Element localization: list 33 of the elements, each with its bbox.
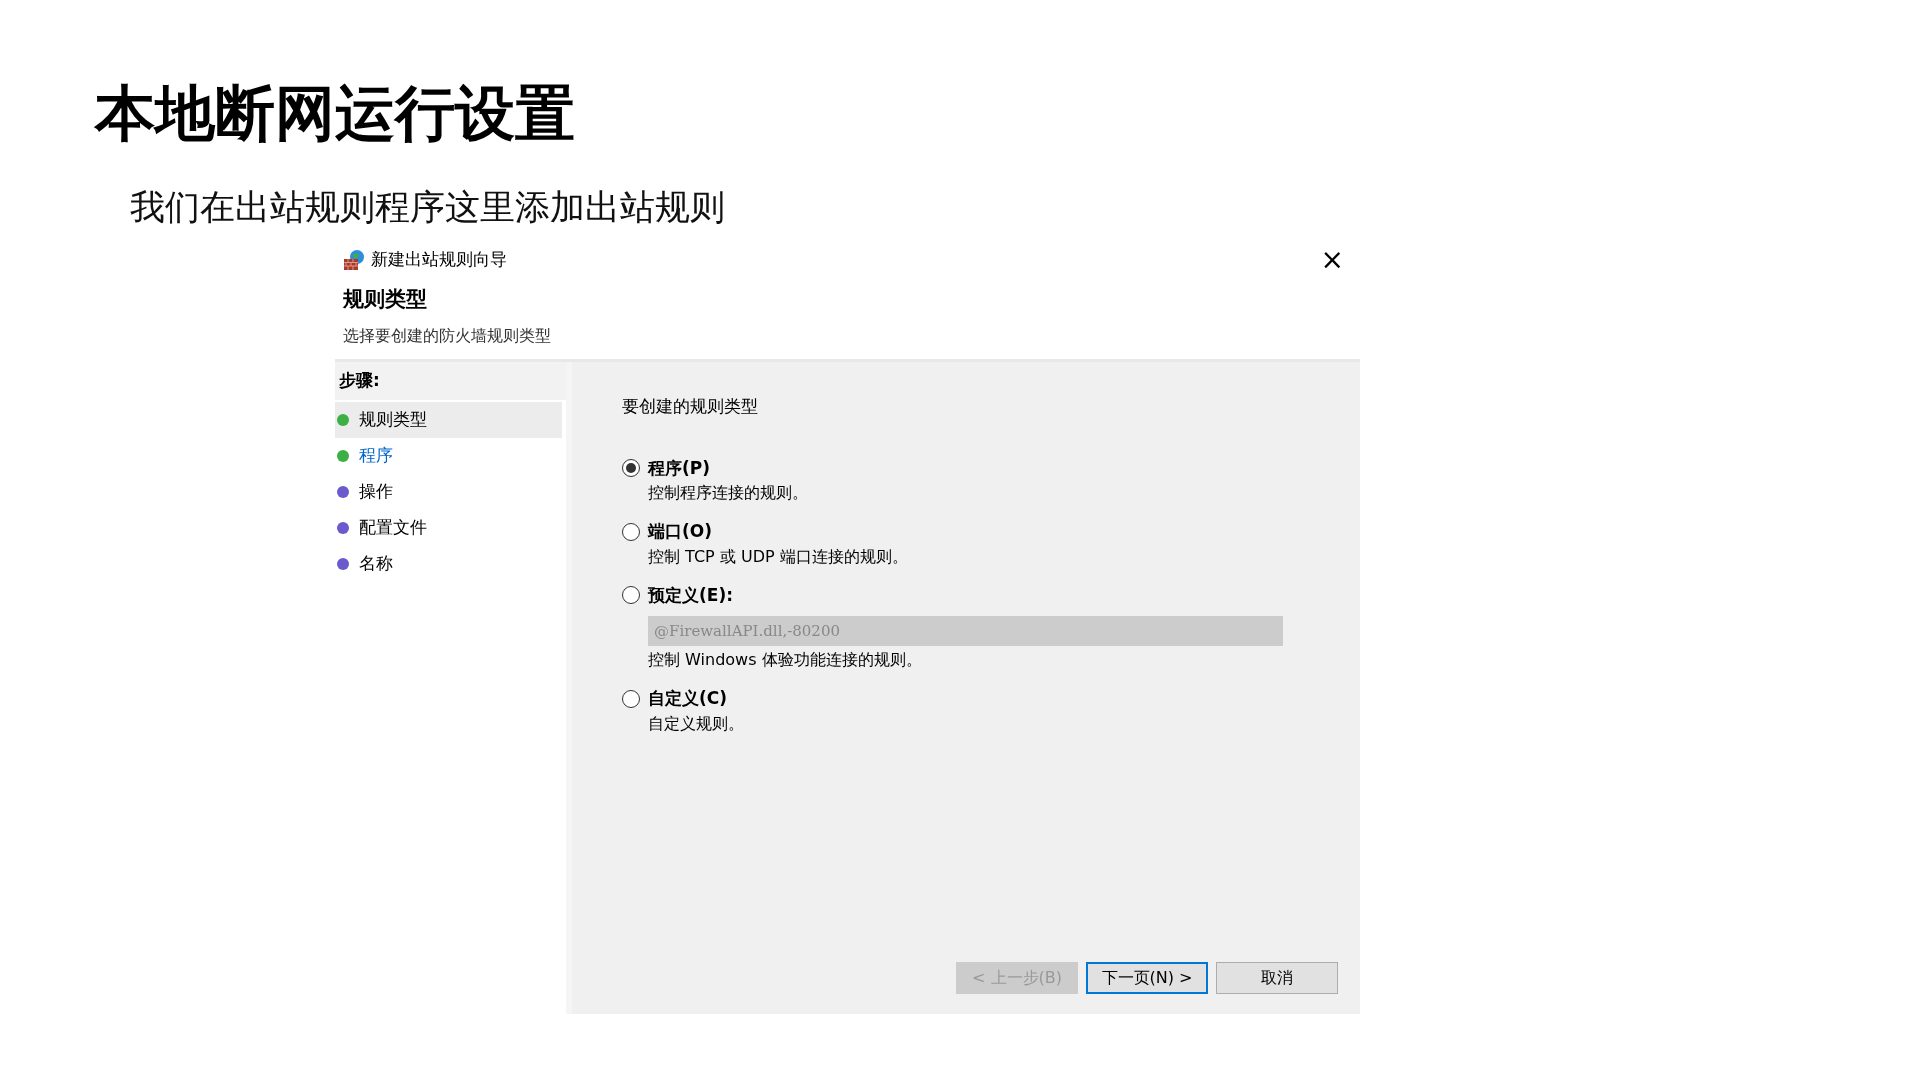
option-description: 控制程序连接的规则。 xyxy=(648,482,809,504)
slide-title: 本地断网运行设置 xyxy=(93,77,576,146)
step-item[interactable]: 配置文件 xyxy=(335,509,562,546)
step-label: 配置文件 xyxy=(359,515,427,539)
option-label: 端口(O) xyxy=(648,520,712,543)
step-label: 程序 xyxy=(359,443,393,467)
step-item[interactable]: 程序 xyxy=(335,437,562,474)
dialog-button[interactable]: 取消 xyxy=(1216,962,1338,994)
step-label: 规则类型 xyxy=(359,407,427,431)
window-title: 新建出站规则向导 xyxy=(371,248,507,272)
radio-button[interactable] xyxy=(622,459,640,478)
step-label: 操作 xyxy=(359,479,393,503)
dialog-button[interactable]: 下一页(N) > xyxy=(1086,962,1208,994)
step-item[interactable]: 名称 xyxy=(335,545,562,582)
option-description: 自定义规则。 xyxy=(648,712,745,735)
step-label: 名称 xyxy=(359,551,393,575)
option-label: 预定义(E): xyxy=(648,583,733,607)
option-label: 自定义(C) xyxy=(648,687,727,710)
slide-subtitle: 我们在出站规则程序这里添加出站规则 xyxy=(130,186,726,228)
radio-button[interactable] xyxy=(622,586,640,605)
radio-button[interactable] xyxy=(622,689,640,708)
step-item[interactable]: 操作 xyxy=(335,473,562,510)
step-item[interactable]: 规则类型 xyxy=(335,401,562,438)
option-label: 程序(P) xyxy=(648,456,710,480)
option-description: 控制 TCP 或 UDP 端口连接的规则。 xyxy=(648,545,909,568)
option-description: 控制 Windows 体验功能连接的规则。 xyxy=(648,649,923,671)
firewall-globe-icon xyxy=(343,249,365,271)
page-description: 选择要创建的防火墙规则类型 xyxy=(343,324,552,347)
page-heading: 规则类型 xyxy=(343,286,428,313)
radio-button[interactable] xyxy=(622,522,640,541)
question-text: 要创建的规则类型 xyxy=(622,395,759,418)
steps-label: 步骤: xyxy=(335,362,566,400)
close-button[interactable]: × xyxy=(1314,246,1350,274)
